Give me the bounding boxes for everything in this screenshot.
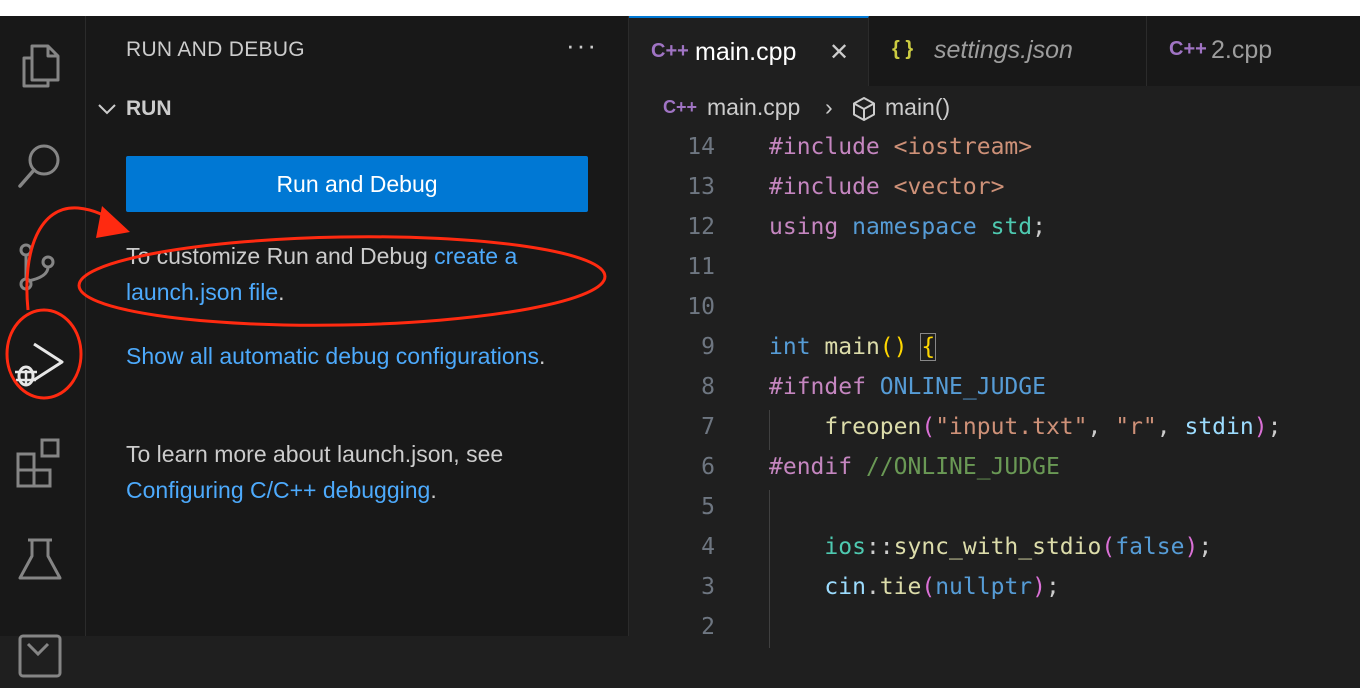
sidebar-title: RUN AND DEBUG (126, 38, 305, 61)
code-line: 12 using namespace std; (629, 208, 1360, 248)
line-number: 3 (701, 574, 715, 600)
activity-remote[interactable] (0, 608, 85, 688)
line-number: 9 (701, 334, 715, 360)
activity-run-debug[interactable] (0, 322, 85, 402)
learn-more-paragraph: To learn more about launch.json, see Con… (126, 436, 596, 508)
activity-bar (0, 16, 86, 678)
run-and-debug-button[interactable]: Run and Debug (126, 156, 588, 212)
breadcrumb-symbol[interactable]: main() (885, 94, 950, 121)
tab-label: 2.cpp (1211, 36, 1273, 64)
editor-area: C++ main.cpp ✕ { } settings.json C++ 2.c… (629, 16, 1360, 648)
code-line: 10 (629, 288, 1360, 328)
tab-main-cpp[interactable]: C++ main.cpp ✕ (629, 16, 869, 86)
cpp-file-icon: C++ (651, 40, 689, 62)
code-line: 11 (629, 248, 1360, 288)
line-number: 14 (687, 134, 715, 160)
breadcrumb-separator: › (825, 94, 833, 120)
source-control-icon (19, 243, 55, 291)
code-line: 4 ios::sync_with_stdio(false); (629, 528, 1360, 568)
customize-text: To customize Run and Debug (126, 243, 435, 269)
tab-settings-json[interactable]: { } settings.json (870, 16, 1147, 86)
cpp-file-icon: C++ (663, 97, 698, 117)
customize-paragraph: To customize Run and Debug create a laun… (126, 238, 596, 310)
configuring-debugging-link[interactable]: Configuring C/C++ debugging (126, 477, 430, 503)
chevron-down-icon (98, 104, 116, 115)
line-content: #endif //ONLINE_JUDGE (769, 454, 1060, 480)
automatic-period: . (538, 343, 546, 369)
tab-2-cpp[interactable]: C++ 2.cpp (1147, 16, 1360, 86)
run-debug-sidebar: RUN AND DEBUG ··· RUN Run and Debug To c… (86, 16, 629, 636)
symbol-method-icon (853, 97, 875, 121)
line-number: 7 (701, 414, 715, 440)
code-line: 9 int main() { (629, 328, 1360, 368)
section-label: RUN (126, 97, 172, 120)
extensions-icon (16, 438, 60, 488)
search-icon (18, 144, 60, 188)
code-line: 8 #ifndef ONLINE_JUDGE (629, 368, 1360, 408)
line-number: 10 (687, 294, 715, 320)
section-header-run[interactable]: RUN (96, 94, 616, 124)
line-content: cin.tie(nullptr); (824, 574, 1060, 600)
line-content: int main() { (769, 333, 937, 361)
automatic-configs-paragraph: Show all automatic debug configurations. (126, 338, 596, 374)
line-content: #ifndef ONLINE_JUDGE (769, 374, 1046, 400)
code-line: 14 #include <iostream> (629, 128, 1360, 168)
run-debug-icon (15, 342, 64, 387)
cpp-file-icon: C++ (1169, 38, 1207, 60)
customize-period: . (278, 279, 285, 305)
line-content: using namespace std; (769, 214, 1046, 240)
editor-tabs: C++ main.cpp ✕ { } settings.json C++ 2.c… (629, 16, 1360, 86)
code-line: 6 #endif //ONLINE_JUDGE (629, 448, 1360, 488)
code-line: 7 freopen("input.txt", "r", stdin); (629, 408, 1360, 448)
activity-source-control[interactable] (0, 224, 85, 304)
activity-search[interactable] (0, 124, 85, 204)
activity-testing[interactable] (0, 518, 85, 598)
breadcrumb: C++ main.cpp › main() (629, 88, 1360, 128)
line-number: 6 (701, 454, 715, 480)
more-actions-icon[interactable]: ··· (566, 30, 598, 61)
code-line: 2 (629, 608, 1360, 648)
remote-icon (18, 634, 62, 678)
testing-icon (18, 538, 62, 580)
code-editor[interactable]: 14 #include <iostream> 13 #include <vect… (629, 128, 1360, 648)
line-number: 5 (701, 494, 715, 520)
line-content: #include <iostream> (769, 134, 1033, 160)
line-content: ios::sync_with_stdio(false); (824, 534, 1213, 560)
line-number: 2 (701, 614, 715, 640)
line-number: 13 (687, 174, 715, 200)
line-number: 12 (687, 214, 715, 240)
code-line: 5 (629, 488, 1360, 528)
code-line: 13 #include <vector> (629, 168, 1360, 208)
code-line: 3 cin.tie(nullptr); (629, 568, 1360, 608)
top-window-strip (0, 0, 1360, 16)
explorer-icon (22, 44, 60, 88)
activity-extensions[interactable] (0, 420, 85, 500)
line-number: 8 (701, 374, 715, 400)
line-content: #include <vector> (769, 174, 1005, 200)
line-content: freopen("input.txt", "r", stdin); (824, 414, 1282, 440)
close-icon[interactable]: ✕ (829, 38, 849, 67)
tab-label: settings.json (934, 36, 1073, 64)
breadcrumb-file[interactable]: main.cpp (707, 94, 800, 121)
learn-more-period: . (430, 477, 437, 503)
line-number: 4 (701, 534, 715, 560)
activity-explorer[interactable] (0, 24, 85, 104)
tab-label: main.cpp (695, 38, 797, 66)
show-automatic-configs-link[interactable]: Show all automatic debug configurations (126, 343, 539, 369)
learn-more-text: To learn more about launch.json, see (126, 441, 504, 467)
json-file-icon: { } (892, 38, 914, 60)
line-number: 11 (687, 254, 715, 280)
